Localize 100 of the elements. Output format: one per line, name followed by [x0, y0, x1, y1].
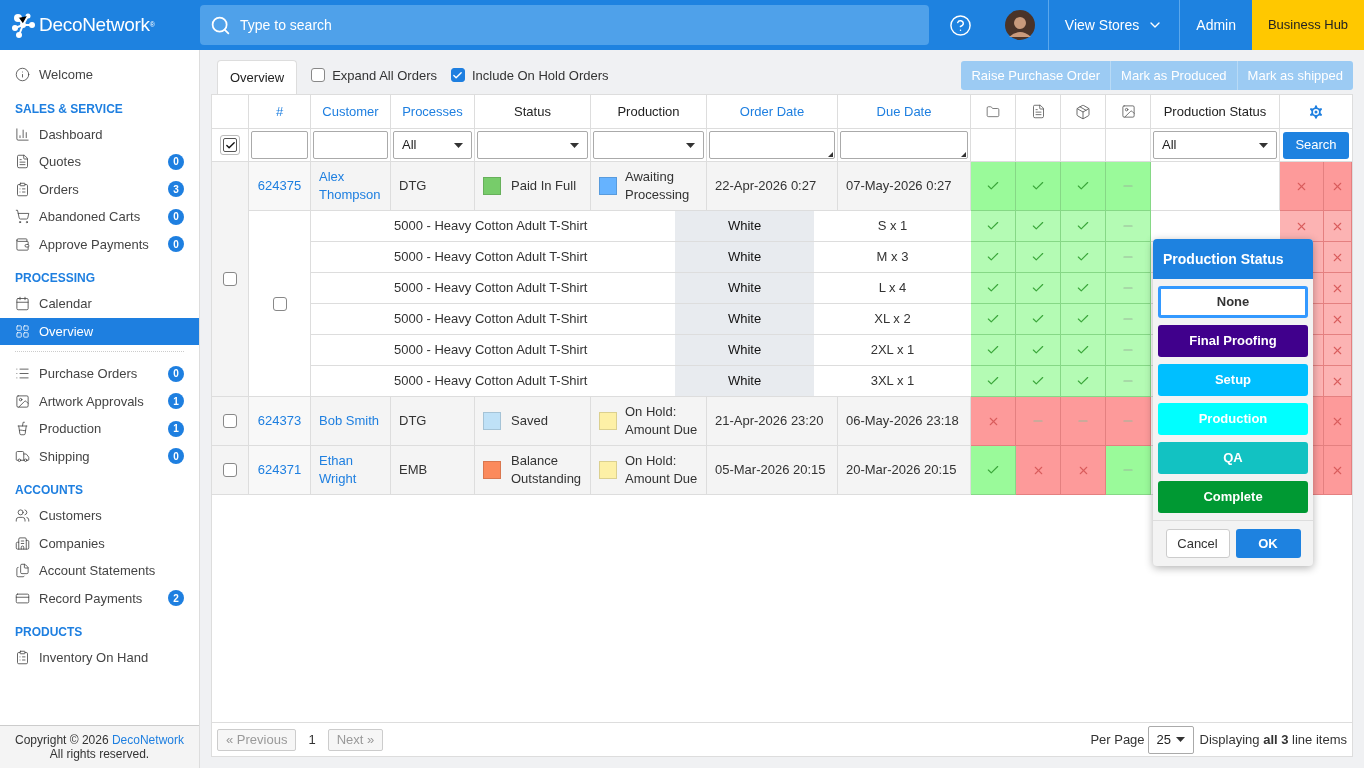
- sidebar-item[interactable]: Production 1: [0, 415, 199, 443]
- checkbox[interactable]: [311, 68, 326, 83]
- row-checkbox[interactable]: [223, 272, 237, 286]
- sidebar-item[interactable]: Dashboard: [0, 120, 199, 148]
- status-cell[interactable]: [1280, 162, 1324, 211]
- status-cell[interactable]: [1324, 397, 1352, 446]
- sidebar-item[interactable]: Orders 3: [0, 175, 199, 203]
- select-all-checkbox[interactable]: [220, 135, 240, 155]
- status-cell[interactable]: [971, 335, 1016, 366]
- sidebar-item[interactable]: Shipping 0: [0, 442, 199, 470]
- sidebar-item[interactable]: Customers: [0, 502, 199, 530]
- row-checkbox[interactable]: [223, 414, 237, 428]
- column-header[interactable]: Status: [475, 95, 591, 129]
- column-header[interactable]: Production Status: [1151, 95, 1280, 129]
- status-option[interactable]: None: [1158, 286, 1308, 318]
- header-cell[interactable]: [1061, 95, 1106, 129]
- sidebar-item[interactable]: Welcome: [0, 61, 199, 89]
- checkbox[interactable]: [450, 68, 465, 83]
- status-cell[interactable]: [1061, 304, 1106, 335]
- status-cell[interactable]: [1016, 211, 1061, 242]
- overview-tab[interactable]: Overview: [217, 60, 298, 94]
- status-cell[interactable]: [1061, 242, 1106, 273]
- status-cell[interactable]: [1061, 162, 1106, 211]
- sidebar-item[interactable]: Record Payments 2: [0, 584, 199, 612]
- sidebar-item[interactable]: Quotes 0: [0, 148, 199, 176]
- status-cell[interactable]: [1061, 211, 1106, 242]
- sidebar-item[interactable]: Overview: [0, 317, 199, 345]
- status-cell[interactable]: [971, 366, 1016, 397]
- order-link[interactable]: 624375: [257, 176, 302, 196]
- status-cell[interactable]: [1016, 397, 1061, 446]
- status-cell[interactable]: [1061, 446, 1106, 495]
- status-cell[interactable]: [971, 304, 1016, 335]
- status-cell[interactable]: [1106, 397, 1151, 446]
- status-cell[interactable]: [1016, 446, 1061, 495]
- status-cell[interactable]: [1324, 366, 1352, 397]
- sidebar-item[interactable]: Inventory On Hand: [0, 644, 199, 672]
- help-icon[interactable]: [948, 13, 972, 37]
- status-cell[interactable]: [1061, 397, 1106, 446]
- header-cell[interactable]: [1106, 95, 1151, 129]
- header-cell[interactable]: [971, 95, 1016, 129]
- status-cell[interactable]: [1016, 366, 1061, 397]
- status-cell[interactable]: [1016, 335, 1061, 366]
- status-cell[interactable]: [1016, 304, 1061, 335]
- status-cell[interactable]: [1324, 335, 1352, 366]
- status-cell[interactable]: [1106, 273, 1151, 304]
- customer-link[interactable]: Bob Smith: [319, 412, 379, 430]
- status-cell[interactable]: [1061, 366, 1106, 397]
- status-option[interactable]: Complete: [1158, 481, 1308, 513]
- line-checkbox[interactable]: [272, 296, 287, 311]
- status-cell[interactable]: [1106, 242, 1151, 273]
- status-cell[interactable]: [1016, 242, 1061, 273]
- order-link[interactable]: 624371: [257, 460, 302, 480]
- avatar-icon[interactable]: [1004, 10, 1035, 40]
- order-link[interactable]: 624373: [257, 411, 302, 431]
- status-option[interactable]: Final Proofing: [1158, 325, 1308, 357]
- status-cell[interactable]: [1324, 162, 1352, 211]
- sidebar-item[interactable]: Calendar: [0, 290, 199, 318]
- customer-link[interactable]: Alex Thompson: [319, 168, 382, 204]
- status-cell[interactable]: [1324, 446, 1352, 495]
- status-cell[interactable]: [1106, 162, 1151, 211]
- production-status-cell[interactable]: [1151, 162, 1280, 211]
- status-cell[interactable]: [1016, 273, 1061, 304]
- production-status-select[interactable]: All: [1153, 131, 1277, 159]
- status-cell[interactable]: [1280, 211, 1324, 242]
- business-hub-button[interactable]: Business Hub: [1252, 0, 1364, 50]
- customer-link[interactable]: Ethan Wright: [319, 452, 382, 488]
- status-cell[interactable]: [971, 211, 1016, 242]
- status-cell[interactable]: [1106, 335, 1151, 366]
- column-header[interactable]: Customer: [311, 95, 391, 129]
- row-checkbox[interactable]: [223, 463, 237, 477]
- status-cell[interactable]: [971, 446, 1016, 495]
- status-cell[interactable]: [1324, 211, 1352, 242]
- header-cell[interactable]: [1016, 95, 1061, 129]
- status-cell[interactable]: [971, 397, 1016, 446]
- status-cell[interactable]: [1324, 304, 1352, 335]
- cancel-button[interactable]: Cancel: [1165, 529, 1230, 558]
- page-number[interactable]: 1: [308, 729, 316, 750]
- search-button[interactable]: Search: [1283, 131, 1349, 159]
- status-cell[interactable]: [1106, 366, 1151, 397]
- status-cell[interactable]: [971, 273, 1016, 304]
- settings-icon[interactable]: [1307, 102, 1325, 121]
- column-header[interactable]: Production: [591, 95, 707, 129]
- status-cell[interactable]: [1324, 242, 1352, 273]
- status-cell[interactable]: [1324, 273, 1352, 304]
- ok-button[interactable]: OK: [1235, 529, 1301, 558]
- view-stores-button[interactable]: View Stores: [1047, 0, 1180, 50]
- status-cell[interactable]: [1106, 304, 1151, 335]
- status-cell[interactable]: [1061, 335, 1106, 366]
- per-page-select[interactable]: 25: [1147, 725, 1194, 754]
- column-header[interactable]: #: [249, 95, 311, 129]
- sidebar-item[interactable]: Account Statements: [0, 557, 199, 585]
- sidebar-item[interactable]: Purchase Orders 0: [0, 360, 199, 388]
- column-header[interactable]: Order Date: [707, 95, 838, 129]
- sidebar-item[interactable]: Approve Payments 0: [0, 230, 199, 258]
- sidebar-item[interactable]: Artwork Approvals 1: [0, 387, 199, 415]
- column-header[interactable]: Processes: [391, 95, 475, 129]
- status-cell[interactable]: [971, 242, 1016, 273]
- status-cell[interactable]: [1016, 162, 1061, 211]
- column-header[interactable]: Due Date: [838, 95, 971, 129]
- processes-select[interactable]: All: [393, 131, 472, 159]
